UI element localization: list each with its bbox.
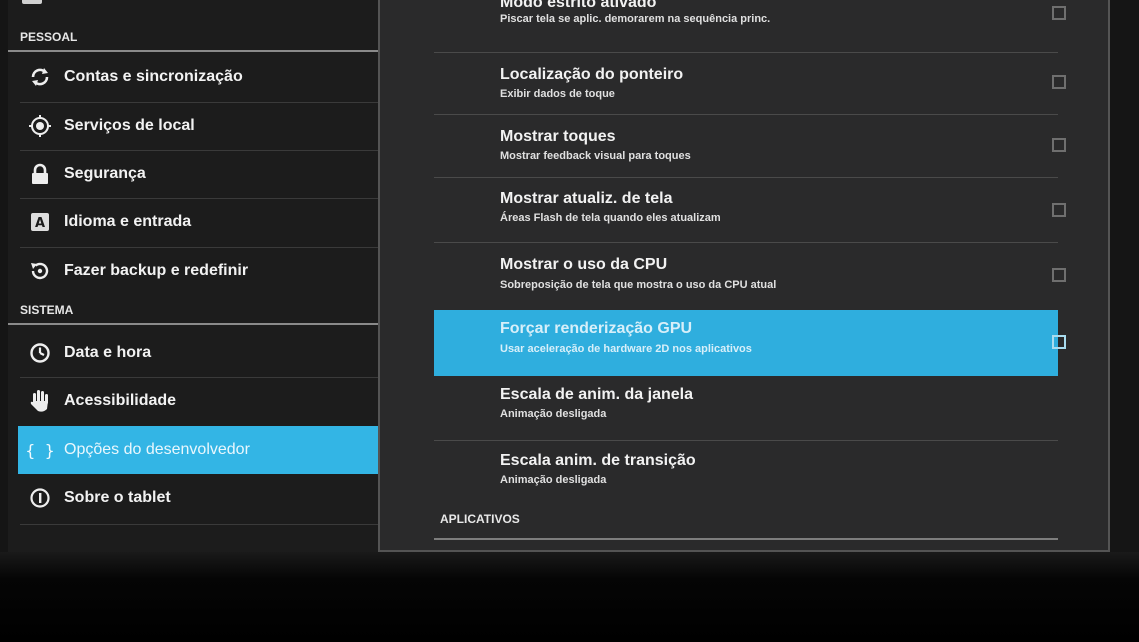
backup-icon xyxy=(20,260,60,282)
sidebar-item-label: Opções do desenvolvedor xyxy=(64,441,250,458)
pref-title: Modo estrito ativado xyxy=(500,0,657,11)
pref-title: Escala anim. de transição xyxy=(500,452,696,469)
checkbox[interactable] xyxy=(1052,75,1066,89)
settings-screen: PESSOAL Contas e sincronização Serviços … xyxy=(0,0,1139,552)
section-header-personal-label: PESSOAL xyxy=(20,30,78,44)
sync-icon xyxy=(20,66,60,88)
sidebar-item-label: Data e hora xyxy=(64,344,152,361)
sidebar-item-accounts-sync[interactable]: Contas e sincronização xyxy=(8,53,380,101)
pref-title: Forçar renderização GPU xyxy=(500,320,693,337)
divider xyxy=(434,114,1058,115)
sidebar-item-label: Contas e sincronização xyxy=(64,68,243,85)
sidebar-item-location[interactable]: Serviços de local xyxy=(8,102,380,150)
divider xyxy=(434,440,1058,441)
pref-show-cpu-usage[interactable]: Mostrar o uso da CPU Sobreposição de tel… xyxy=(434,242,1066,308)
sidebar-item-label: Sobre o tablet xyxy=(64,489,171,506)
sidebar-item-label: Segurança xyxy=(64,165,146,182)
section-divider xyxy=(8,50,380,52)
lock-icon xyxy=(20,163,60,185)
section-header-personal: PESSOAL xyxy=(8,30,380,52)
pref-strict-mode[interactable]: Modo estrito ativado Piscar tela se apli… xyxy=(434,0,1066,54)
sidebar-item-label: Acessibilidade xyxy=(64,392,177,409)
svg-text:A: A xyxy=(35,216,45,231)
pref-window-animation-scale[interactable]: Escala de anim. da janela Animação desli… xyxy=(434,376,1058,442)
pref-summary: Piscar tela se aplic. demorarem na sequê… xyxy=(500,13,771,25)
sidebar-item-label: Idioma e entrada xyxy=(64,213,192,230)
pref-title: Mostrar atualiz. de tela xyxy=(500,190,673,207)
checkbox[interactable] xyxy=(1052,268,1066,282)
pref-summary: Animação desligada xyxy=(500,408,607,420)
sidebar-item-about-tablet[interactable]: Sobre o tablet xyxy=(8,474,380,522)
section-header-system: SISTEMA xyxy=(8,303,380,325)
pref-title: Localização do ponteiro xyxy=(500,66,684,83)
pref-title: Mostrar o uso da CPU xyxy=(500,256,668,273)
hand-icon xyxy=(20,389,60,413)
sidebar-item-accessibility[interactable]: Acessibilidade xyxy=(8,377,380,425)
checkbox[interactable] xyxy=(1052,335,1066,349)
sidebar-item-security[interactable]: Segurança xyxy=(8,150,380,198)
language-icon: A xyxy=(20,212,60,232)
section-divider xyxy=(8,323,380,325)
pref-title: Mostrar toques xyxy=(500,128,616,145)
sidebar-item-date-time[interactable]: Data e hora xyxy=(8,329,380,377)
checkbox[interactable] xyxy=(1052,203,1066,217)
sidebar-item-backup-reset[interactable]: Fazer backup e redefinir xyxy=(8,247,380,295)
sidebar-item-label: Fazer backup e redefinir xyxy=(64,262,249,279)
settings-sidebar: PESSOAL Contas e sincronização Serviços … xyxy=(8,0,380,552)
section-header-system-label: SISTEMA xyxy=(20,303,74,317)
device-bezel xyxy=(0,552,1139,642)
pref-show-touches[interactable]: Mostrar toques Mostrar feedback visual p… xyxy=(434,116,1066,182)
pref-pointer-location[interactable]: Localização do ponteiro Exibir dados de … xyxy=(434,54,1066,120)
pref-summary: Sobreposição de tela que mostra o uso da… xyxy=(500,279,777,291)
pref-force-gpu-rendering[interactable]: Forçar renderização GPU Usar aceleração … xyxy=(434,310,1066,376)
pref-transition-animation-scale[interactable]: Escala anim. de transição Animação desli… xyxy=(434,442,1058,508)
clock-icon xyxy=(20,342,60,364)
braces-icon: { } xyxy=(25,440,55,460)
info-icon xyxy=(20,487,60,509)
pref-title: Escala de anim. da janela xyxy=(500,386,693,403)
pref-show-screen-updates[interactable]: Mostrar atualiz. de tela Áreas Flash de … xyxy=(434,178,1066,244)
developer-options-list: Modo estrito ativado Piscar tela se apli… xyxy=(378,0,1110,552)
sidebar-item-language-input[interactable]: A Idioma e entrada xyxy=(8,198,380,246)
divider xyxy=(20,524,380,525)
divider xyxy=(434,52,1058,53)
pref-summary: Áreas Flash de tela quando eles atualiza… xyxy=(500,212,721,224)
location-icon xyxy=(20,115,60,137)
partial-top-item xyxy=(22,0,42,4)
category-header-apps: APLICATIVOS xyxy=(440,512,520,526)
pref-summary: Exibir dados de toque xyxy=(500,88,615,100)
pref-summary: Usar aceleração de hardware 2D nos aplic… xyxy=(500,343,752,355)
sidebar-item-label: Serviços de local xyxy=(64,117,195,134)
checkbox[interactable] xyxy=(1052,138,1066,152)
pref-summary: Animação desligada xyxy=(500,474,607,486)
pref-summary: Mostrar feedback visual para toques xyxy=(500,150,691,162)
category-divider xyxy=(434,538,1058,540)
checkbox[interactable] xyxy=(1052,6,1066,20)
sidebar-item-developer-options[interactable]: { } Opções do desenvolvedor xyxy=(18,426,380,474)
